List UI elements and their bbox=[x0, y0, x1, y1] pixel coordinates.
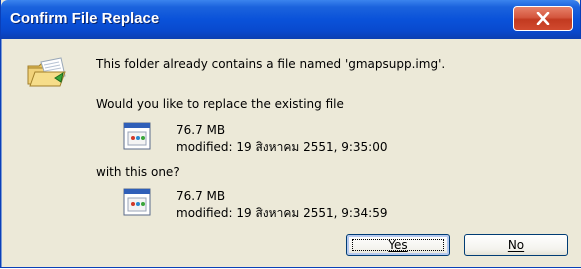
intro-message: This folder already contains a file name… bbox=[96, 57, 446, 71]
close-button[interactable] bbox=[513, 6, 573, 31]
existing-file-modified: modified: 19 สิงหาคม 2551, 9:35:00 bbox=[176, 140, 388, 154]
dialog-body: This folder already contains a file name… bbox=[1, 39, 581, 267]
with-this-one-text: with this one? bbox=[96, 165, 180, 179]
dialog-title: Confirm File Replace bbox=[10, 10, 160, 27]
replace-question: Would you like to replace the existing f… bbox=[96, 97, 344, 111]
folder-icon bbox=[25, 56, 69, 94]
close-icon bbox=[536, 12, 550, 25]
new-file-size: 76.7 MB bbox=[176, 189, 226, 203]
focus-ring bbox=[352, 239, 444, 251]
file-icon bbox=[122, 121, 152, 155]
existing-file-size: 76.7 MB bbox=[176, 123, 226, 137]
new-file-modified: modified: 19 สิงหาคม 2551, 9:34:59 bbox=[176, 206, 388, 220]
no-button-label: No bbox=[507, 238, 525, 252]
no-button[interactable]: No bbox=[464, 234, 568, 256]
title-bar[interactable]: Confirm File Replace bbox=[1, 0, 580, 39]
yes-button[interactable]: Yes bbox=[346, 234, 450, 256]
confirm-file-replace-dialog: Confirm File Replace This folder already… bbox=[0, 0, 581, 268]
file-icon bbox=[122, 187, 152, 221]
